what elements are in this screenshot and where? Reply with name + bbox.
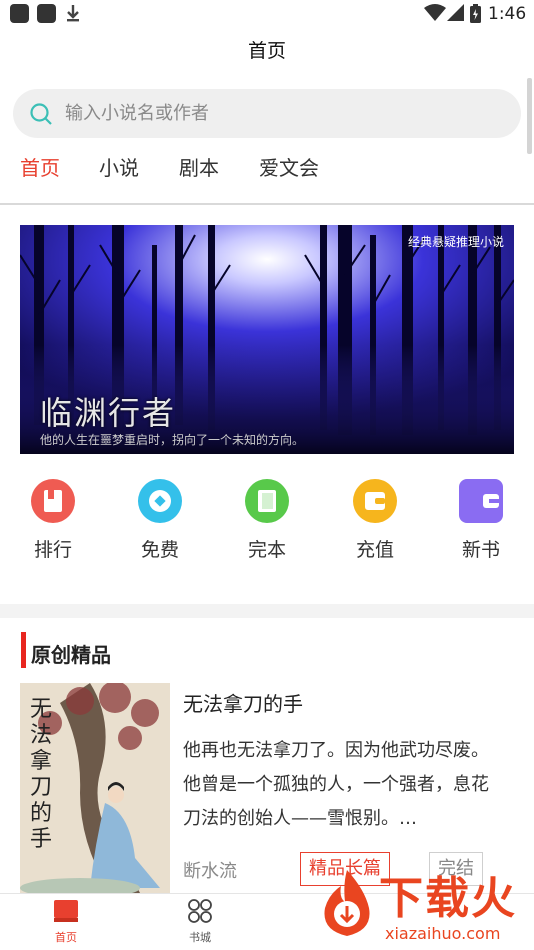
- complete-book-icon: [245, 479, 289, 523]
- quick-link-ranking[interactable]: 排行: [8, 479, 98, 562]
- quick-link-new-book[interactable]: 新书: [436, 479, 526, 562]
- tab-divider: [0, 203, 534, 205]
- cover-title: 无法拿刀的手: [30, 697, 53, 852]
- nav-label: 书城: [189, 931, 211, 944]
- page-title: 首页: [247, 40, 286, 62]
- nav-home[interactable]: 首页: [31, 899, 101, 945]
- tab-home[interactable]: 首页: [20, 152, 60, 181]
- search-icon: [30, 103, 52, 125]
- tab-aiwenhui[interactable]: 爱文会: [259, 152, 319, 181]
- book-description: 他再也无法拿刀了。因为他武功尽废。他曾是一个孤独的人，一个强者，息花刀法的创始人…: [183, 740, 489, 829]
- watermark-text: 下载火: [379, 873, 517, 924]
- banner-title: 临渊行者: [40, 394, 177, 432]
- ranking-icon: [31, 479, 75, 523]
- download-icon: [67, 5, 79, 22]
- watermark: 下载火 xiazaihuo.com: [313, 860, 534, 950]
- section-accent-bar: [21, 632, 26, 668]
- section-divider: [0, 604, 534, 618]
- battery-icon: [470, 4, 481, 23]
- quick-link-label: 充值: [355, 539, 394, 561]
- quick-link-label: 新书: [461, 539, 500, 561]
- flame-logo-icon: [324, 870, 370, 936]
- nav-bookstore[interactable]: 书城: [165, 899, 235, 945]
- scrollbar[interactable]: [527, 78, 532, 154]
- nav-label: 首页: [55, 931, 77, 944]
- app-screen: 1:46 首页 首页 小说 剧本 爱文会: [0, 0, 534, 950]
- quick-link-complete[interactable]: 完本: [222, 479, 312, 562]
- cell-signal-icon: [447, 4, 464, 21]
- tab-script[interactable]: 剧本: [179, 152, 219, 181]
- search-bar[interactable]: [13, 89, 521, 138]
- home-book-icon: [54, 900, 78, 922]
- notification-icon: [37, 4, 56, 23]
- free-icon: [138, 479, 182, 523]
- quick-link-label: 排行: [33, 539, 72, 561]
- new-book-icon: [459, 479, 503, 523]
- status-bar: 1:46: [0, 0, 534, 28]
- notification-icon: [10, 4, 29, 23]
- quick-link-recharge[interactable]: 充值: [330, 479, 420, 562]
- wifi-icon: [424, 4, 446, 21]
- banner-subtitle: 他的人生在噩梦重启时，拐向了一个未知的方向。: [40, 433, 305, 447]
- quick-link-label: 完本: [247, 539, 286, 561]
- search-input[interactable]: [65, 89, 505, 138]
- book-title[interactable]: 无法拿刀的手: [183, 688, 303, 717]
- section-title: 原创精品: [31, 643, 111, 667]
- banner-carousel[interactable]: 经典悬疑推理小说 临渊行者 他的人生在噩梦重启时，拐向了一个未知的方向。: [20, 225, 514, 454]
- book-author: 断水流: [183, 861, 237, 882]
- clock-time: 1:46: [488, 4, 527, 24]
- quick-link-label: 免费: [140, 539, 179, 561]
- banner-tag: 经典悬疑推理小说: [407, 235, 504, 249]
- book-cover[interactable]: 无法拿刀的手: [20, 683, 170, 893]
- watermark-url: xiazaihuo.com: [385, 924, 501, 943]
- tab-novel[interactable]: 小说: [99, 152, 139, 181]
- bookstore-grid-icon: [188, 899, 212, 923]
- quick-link-free[interactable]: 免费: [115, 479, 205, 562]
- wallet-icon: [353, 479, 397, 523]
